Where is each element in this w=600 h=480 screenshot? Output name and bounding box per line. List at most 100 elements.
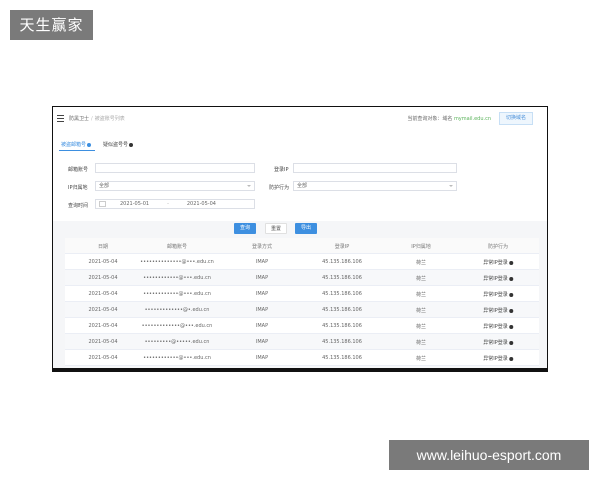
cell-text: 异常IP登录 [483, 292, 508, 298]
tab-label: 疑似盗号号 [103, 142, 129, 148]
table-cell: IMAP [256, 355, 268, 361]
table-row: 2021-05-04 •••••••••••@••••.edu.cn - 171.11… [65, 366, 539, 372]
results-table: 日期 邮箱账号 登录方式 登录IP IP归属地 防护行为 2021-05-04 •… [65, 238, 539, 372]
tab-suspected-accounts[interactable]: 疑似盗号号 [103, 141, 134, 148]
table-row: 2021-05-04 •••••••••@•••••.edu.cn IMAP 45.1… [65, 334, 539, 350]
current-domain: mymail.edu.cn [453, 116, 491, 122]
cell-text: - [261, 371, 263, 372]
watermark-bottom: www.leihuo-esport.com [389, 440, 589, 470]
cell-text: 45.135.186.106 [322, 307, 362, 313]
table-cell: 中国 湖北 [410, 371, 432, 372]
column-header[interactable]: 防护行为 [488, 243, 508, 250]
breadcrumb-separator: / [91, 116, 93, 122]
table-cell: •••••••••••••@•.edu.cn [145, 307, 210, 313]
protect-action-cell[interactable]: 异常IP登录 [483, 307, 513, 314]
table-cell: 荷兰 [416, 323, 426, 330]
date-to[interactable]: 2021-05-04 [187, 201, 216, 207]
column-header[interactable]: 登录IP [335, 243, 350, 250]
column-header[interactable]: 登录方式 [252, 243, 272, 250]
table-cell: 荷兰 [416, 275, 426, 282]
app-screenshot: 防黑卫士 / 被盗账号列表 当前查询对象：域名 mymail.edu.cn 切换域名… [52, 106, 548, 372]
cell-text: 45.135.186.106 [322, 275, 362, 281]
table-cell: ••••••••••••@•••.edu.cn [143, 355, 211, 361]
table-cell: 荷兰 [416, 259, 426, 266]
cell-text: 45.135.186.106 [322, 259, 362, 265]
tab-stolen-accounts[interactable]: 被盗邮箱号 [61, 141, 92, 148]
table-header: 日期 邮箱账号 登录方式 登录IP IP归属地 防护行为 [65, 238, 539, 254]
table-cell: 荷兰 [416, 307, 426, 314]
info-icon[interactable] [508, 340, 513, 345]
table-row: 2021-05-04 •••••••••••••@•••.edu.cn IMAP 45… [65, 318, 539, 334]
column-header[interactable]: 日期 [98, 243, 108, 250]
table-cell: 2021-05-04 [88, 307, 117, 313]
query-button[interactable]: 查询 [234, 223, 256, 234]
cell-text: 45.135.186.106 [322, 291, 362, 297]
table-cell: IMAP [256, 339, 268, 345]
protect-action-cell[interactable]: 大范围频繁 [485, 371, 510, 372]
table-body: 2021-05-04 ••••••••••••••@•••.edu.cn IMAP 4… [65, 254, 539, 372]
info-icon[interactable] [508, 324, 513, 329]
date-range-picker[interactable]: 2021-05-01 - 2021-05-04 [95, 199, 255, 209]
breadcrumb: 防黑卫士 / 被盗账号列表 [69, 115, 125, 122]
cell-text: 2021-05-04 [88, 307, 118, 313]
cell-text: 45.135.186.106 [322, 323, 362, 329]
cell-text: 2021-05-04 [88, 259, 118, 265]
table-cell: 荷兰 [416, 291, 426, 298]
table-cell: IMAP [256, 259, 268, 265]
cell-text: IMAP [255, 323, 269, 329]
cell-text: IMAP [255, 259, 269, 265]
column-header[interactable]: IP归属地 [411, 243, 431, 250]
column-header[interactable]: 邮箱账号 [167, 243, 187, 250]
protect-action-cell[interactable]: 异常IP登录 [483, 291, 513, 298]
cell-text: •••••••••••@••••.edu.cn [143, 371, 211, 372]
cell-text: •••••••••••••@•.edu.cn [144, 307, 210, 313]
table-cell: •••••••••@•••••.edu.cn [145, 339, 210, 345]
protect-action-cell[interactable]: 异常IP登录 [483, 339, 513, 346]
info-icon[interactable] [508, 260, 513, 265]
protect-action-cell[interactable]: 异常IP登录 [483, 355, 513, 362]
table-cell: IMAP [256, 275, 268, 281]
breadcrumb-root[interactable]: 防黑卫士 [69, 116, 89, 122]
protect-action-cell[interactable]: 异常IP登录 [483, 275, 513, 282]
table-row: 2021-05-04 ••••••••••••@•••.edu.cn IMAP 45.… [65, 270, 539, 286]
info-icon[interactable] [508, 292, 513, 297]
cell-text: 荷兰 [415, 356, 427, 362]
table-cell: •••••••••••••@•••.edu.cn [142, 323, 213, 329]
menu-icon[interactable] [57, 115, 64, 122]
breadcrumb-current: 被盗账号列表 [94, 116, 125, 122]
export-button[interactable]: 导出 [295, 223, 317, 234]
cell-text: 荷兰 [415, 324, 427, 330]
account-prefix: 当前查询对象：域名 [407, 116, 453, 122]
ip-region-label: IP归属地 [68, 185, 88, 191]
cell-text: ••••••••••••@•••.edu.cn [143, 291, 211, 297]
cell-text: ••••••••••••@•••.edu.cn [143, 355, 211, 361]
cell-text: 2021-05-04 [88, 355, 118, 361]
watermark-top: 天生赢家 [10, 10, 93, 40]
ip-region-select[interactable]: 全部 [95, 181, 255, 191]
info-icon[interactable] [508, 356, 513, 361]
cell-text: IMAP [255, 355, 269, 361]
switch-domain-button[interactable]: 切换域名 [499, 112, 533, 125]
cell-text: •••••••••••••@•••.edu.cn [141, 323, 213, 329]
protect-action-cell[interactable]: 异常IP登录 [483, 259, 513, 266]
table-row: 2021-05-04 •••••••••••••@•.edu.cn IMAP 45.1… [65, 302, 539, 318]
login-ip-input[interactable] [293, 163, 457, 173]
protect-action-cell[interactable]: 异常IP登录 [483, 323, 513, 330]
mailbox-input[interactable] [95, 163, 255, 173]
tab-bar: 被盗邮箱号 疑似盗号号 [53, 129, 547, 151]
cell-text: 荷兰 [415, 340, 427, 346]
table-cell: 45.135.186.106 [322, 275, 362, 281]
table-cell: 45.135.186.106 [322, 339, 362, 345]
table-cell: 2021-05-04 [88, 339, 117, 345]
cell-text: 2021-05-04 [88, 291, 118, 297]
info-icon[interactable] [508, 276, 513, 281]
table-cell: ••••••••••••@•••.edu.cn [143, 291, 211, 297]
date-from[interactable]: 2021-05-01 [120, 201, 149, 207]
reset-button[interactable]: 重置 [265, 223, 287, 234]
table-cell: - [261, 371, 263, 372]
info-icon[interactable] [508, 308, 513, 313]
cell-text: 2021-05-04 [88, 275, 118, 281]
table-cell: •••••••••••@••••.edu.cn [143, 371, 211, 372]
cell-text: 荷兰 [415, 308, 427, 314]
protect-action-select[interactable]: 全部 [293, 181, 457, 191]
